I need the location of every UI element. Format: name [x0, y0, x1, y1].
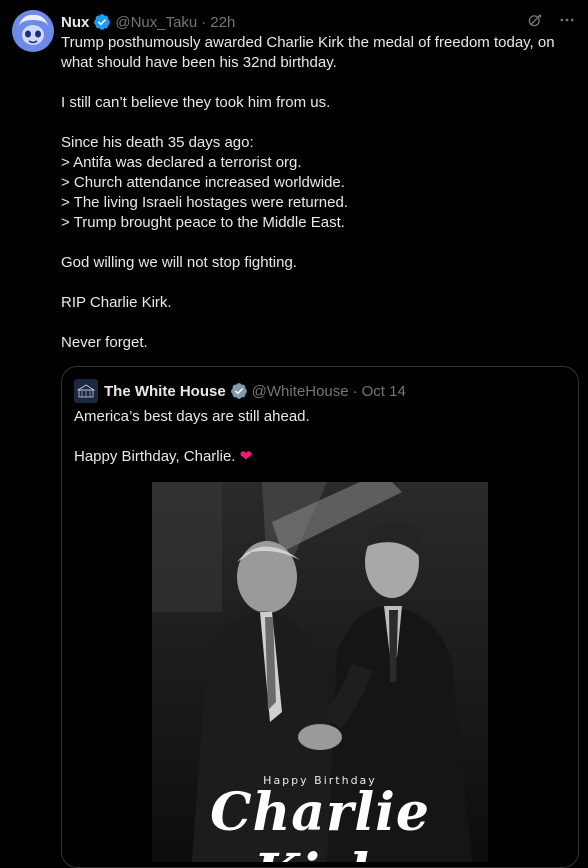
quote-text: America’s best days are still ahead. Hap…: [74, 407, 564, 467]
tweet-timestamp[interactable]: 22h: [210, 14, 235, 31]
quote-photo[interactable]: Happy Birthday Charlie Kirk: [152, 482, 488, 862]
grok-icon[interactable]: [526, 11, 544, 33]
quote-author-handle[interactable]: @WhiteHouse: [252, 383, 349, 400]
author-name[interactable]: Nux: [61, 14, 89, 31]
avatar[interactable]: [12, 10, 54, 52]
quote-date[interactable]: Oct 14: [362, 383, 406, 400]
heart-emoji-icon: ❤: [239, 448, 253, 465]
quote-text-line2: Happy Birthday, Charlie.: [74, 448, 240, 465]
more-options-icon[interactable]: [558, 11, 576, 33]
header-actions: [526, 11, 576, 33]
author-handle[interactable]: @Nux_Taku: [115, 14, 197, 31]
verified-gray-badge-icon[interactable]: [230, 382, 248, 400]
quote-text-line1: America’s best days are still ahead.: [74, 408, 310, 425]
separator-dot: ·: [201, 13, 207, 31]
photo-caption-name: Charlie Kirk: [210, 782, 430, 862]
quote-separator-dot: ·: [352, 382, 358, 400]
quote-header: The White House @WhiteHouse · Oct 14: [74, 379, 406, 403]
white-house-logo-icon: [74, 379, 98, 403]
tweet-header: Nux @Nux_Taku · 22h: [61, 11, 576, 33]
tweet-text: Trump posthumously awarded Charlie Kirk …: [61, 34, 555, 351]
quote-author-name[interactable]: The White House: [104, 383, 226, 400]
verified-badge-icon[interactable]: [93, 13, 111, 31]
avatar-image: [12, 10, 54, 52]
quoted-tweet[interactable]: The White House @WhiteHouse · Oct 14 Ame…: [61, 366, 579, 868]
